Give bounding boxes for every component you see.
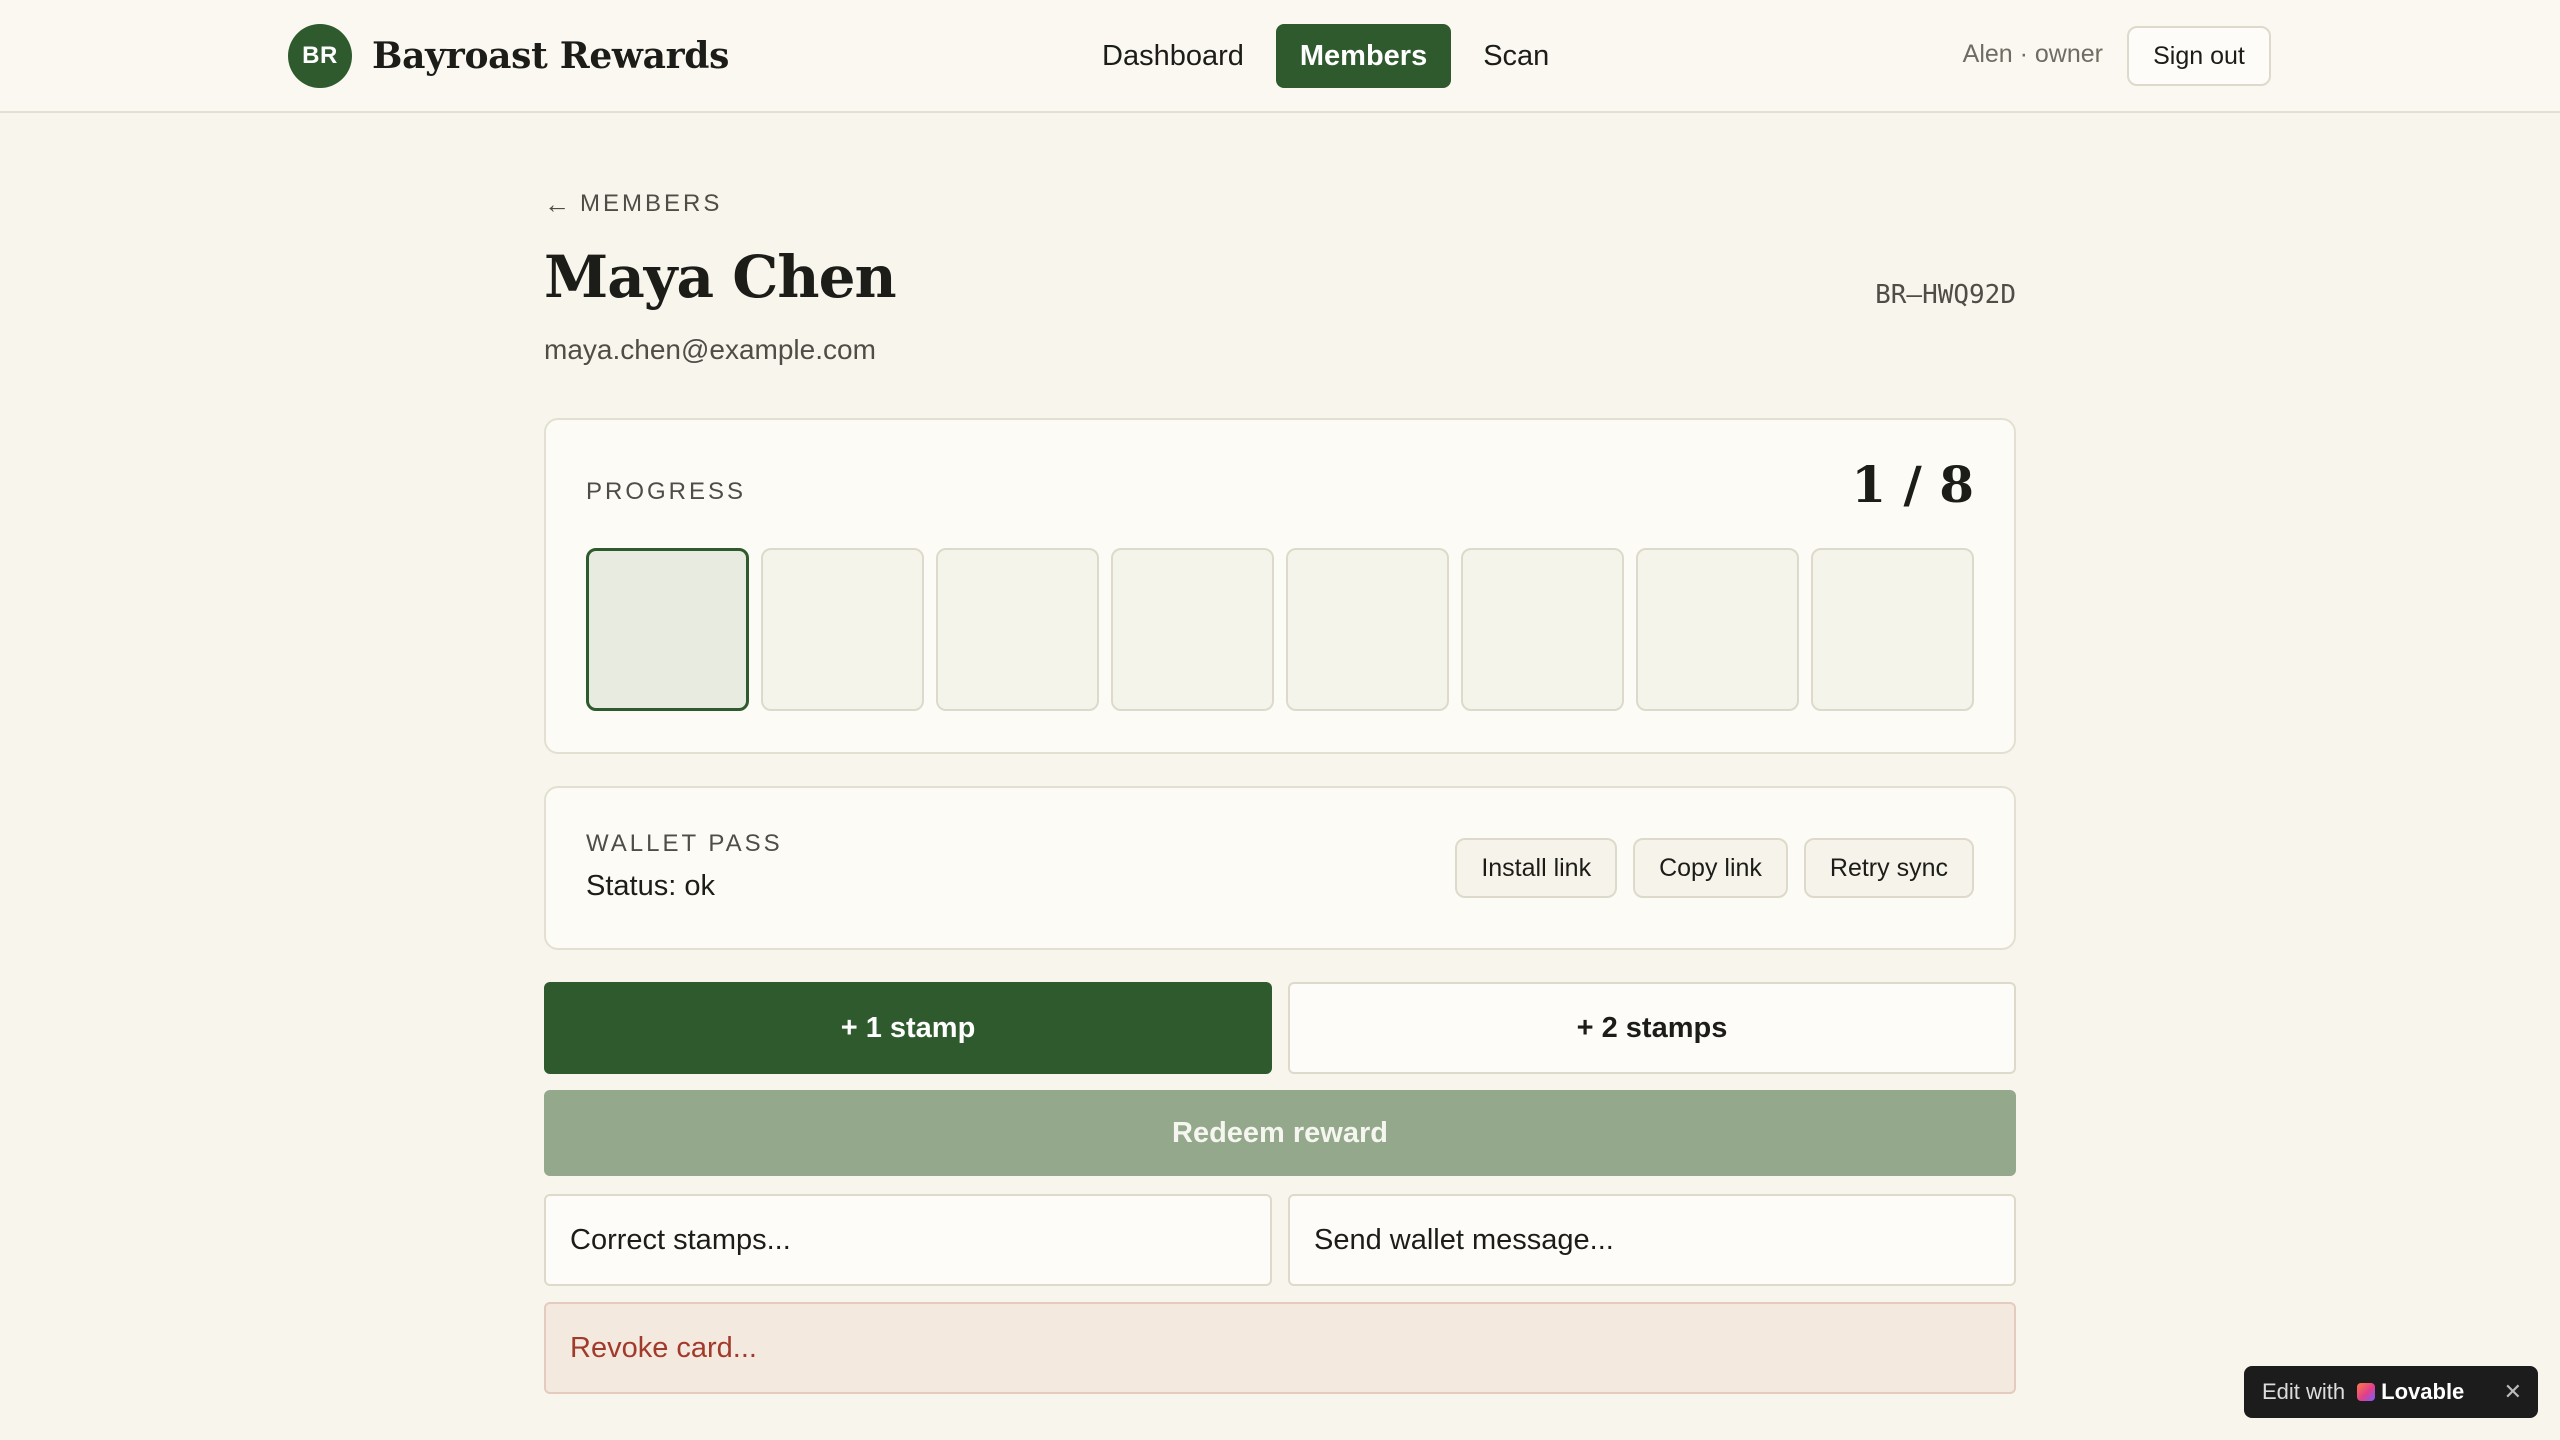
nav-members[interactable]: Members bbox=[1275, 24, 1452, 88]
lovable-logo-icon bbox=[2357, 1383, 2376, 1401]
progress-card: PROGRESS 1 / 8 bbox=[544, 418, 2016, 754]
nav-scan[interactable]: Scan bbox=[1459, 24, 1573, 88]
progress-label: PROGRESS bbox=[586, 478, 747, 505]
add-two-stamps-button[interactable]: + 2 stamps bbox=[1288, 982, 2016, 1074]
top-header: BR Bayroast Rewards Dashboard Members Sc… bbox=[0, 0, 2560, 113]
badge-brand: Lovable bbox=[2381, 1379, 2465, 1404]
wallet-actions: Install link Copy link Retry sync bbox=[1439, 838, 1974, 898]
brand[interactable]: BR Bayroast Rewards bbox=[288, 24, 729, 88]
member-code: BR–HWQ92D bbox=[1875, 280, 2016, 310]
nav-dashboard[interactable]: Dashboard bbox=[1078, 24, 1268, 88]
stamp-slot-empty bbox=[936, 548, 1099, 711]
wallet-status: Status: ok bbox=[586, 870, 715, 902]
edit-with-lovable-badge[interactable]: Edit with Lovable ✕ bbox=[2244, 1366, 2538, 1418]
stamp-slot-filled bbox=[586, 548, 749, 711]
back-to-members-link[interactable]: ← MEMBERS bbox=[544, 180, 2016, 228]
progress-count: 1 / 8 bbox=[1851, 455, 1974, 514]
brand-name: Bayroast Rewards bbox=[372, 35, 730, 77]
brand-logo: BR bbox=[288, 24, 352, 88]
stamp-slot-empty bbox=[761, 548, 924, 711]
redeem-reward-button[interactable]: Redeem reward bbox=[544, 1090, 2016, 1176]
close-icon[interactable]: ✕ bbox=[2504, 1379, 2522, 1405]
member-name: Maya Chen bbox=[544, 243, 897, 311]
copy-link-button[interactable]: Copy link bbox=[1633, 838, 1788, 898]
send-wallet-message-button[interactable]: Send wallet message... bbox=[1288, 1194, 2016, 1286]
stamp-slot-empty bbox=[1636, 548, 1799, 711]
stamp-actions: + 1 stamp + 2 stamps bbox=[544, 982, 2016, 1074]
sign-out-button[interactable]: Sign out bbox=[2127, 26, 2271, 86]
revoke-card-button[interactable]: Revoke card... bbox=[544, 1302, 2016, 1394]
retry-sync-button[interactable]: Retry sync bbox=[1803, 838, 1974, 898]
stamp-slot-empty bbox=[1286, 548, 1449, 711]
wallet-pass-card: WALLET PASS Status: ok Install link Copy… bbox=[544, 786, 2016, 950]
arrow-left-icon: ← bbox=[544, 188, 570, 219]
add-one-stamp-button[interactable]: + 1 stamp bbox=[544, 982, 1272, 1074]
member-email: maya.chen@example.com bbox=[544, 334, 876, 365]
stamp-slot-empty bbox=[1461, 548, 1624, 711]
stamp-slot-empty bbox=[1111, 548, 1274, 711]
correct-stamps-button[interactable]: Correct stamps... bbox=[544, 1194, 1272, 1286]
back-label: MEMBERS bbox=[580, 190, 723, 217]
member-detail: ← MEMBERS Maya Chen maya.chen@example.co… bbox=[544, 180, 2016, 1394]
stamp-slot-empty bbox=[1811, 548, 1974, 711]
user-info: Alen · owner bbox=[1962, 40, 2103, 68]
wallet-label: WALLET PASS bbox=[586, 830, 783, 857]
secondary-actions: Correct stamps... Send wallet message... bbox=[544, 1194, 2016, 1286]
install-link-button[interactable]: Install link bbox=[1455, 838, 1618, 898]
main-nav: Dashboard Members Scan bbox=[1078, 24, 1581, 88]
stamp-grid bbox=[586, 548, 1974, 711]
badge-edit-text: Edit with bbox=[2262, 1379, 2346, 1404]
